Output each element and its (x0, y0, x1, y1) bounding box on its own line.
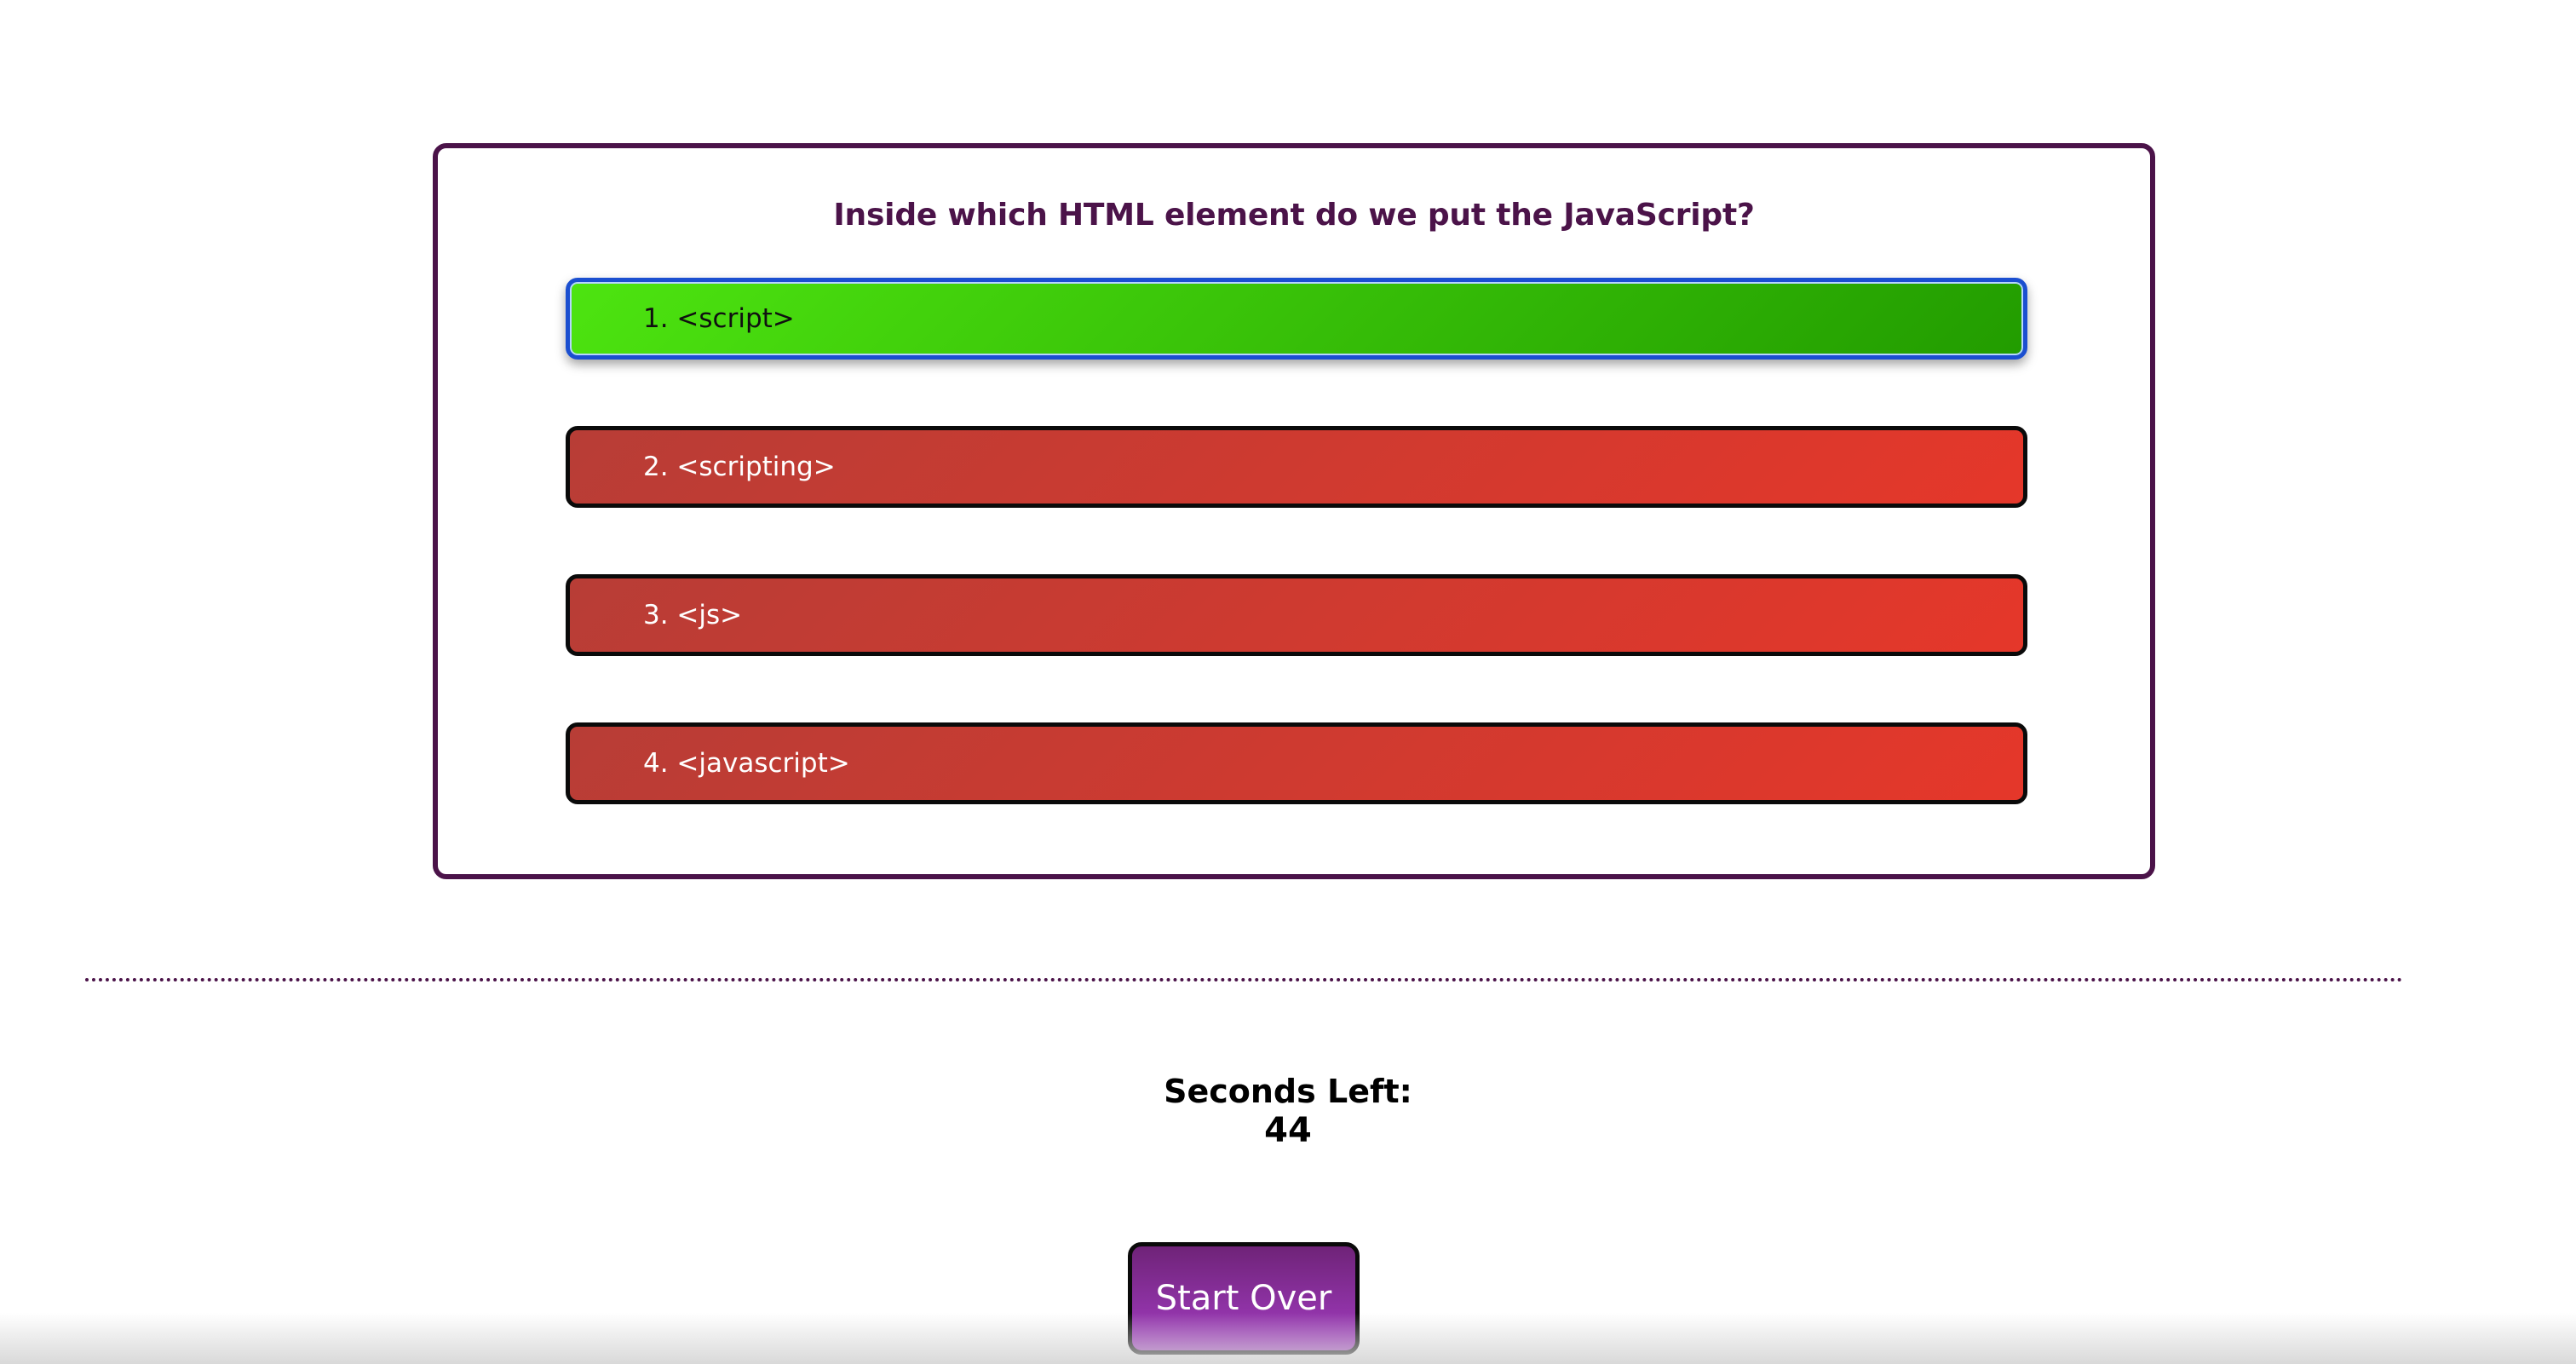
answer-choice-3[interactable]: 3. <js> (566, 574, 2027, 656)
quiz-page: Inside which HTML element do we put the … (0, 0, 2576, 1364)
answer-choice-label: 4. <javascript> (643, 748, 850, 779)
answer-choice-label: 3. <js> (643, 600, 743, 630)
question-text: Inside which HTML element do we put the … (833, 198, 1755, 233)
answer-choices: 1. <script> 2. <scripting> 3. <js> 4. <j… (566, 278, 2027, 871)
countdown-timer: Seconds Left: 44 (1032, 1072, 1544, 1150)
answer-choice-label: 2. <scripting> (643, 452, 836, 482)
start-over-button[interactable]: Start Over (1128, 1242, 1360, 1355)
section-divider (85, 978, 2404, 981)
timer-value: 44 (1264, 1111, 1312, 1150)
answer-choice-2[interactable]: 2. <scripting> (566, 426, 2027, 508)
answer-choice-label: 1. <script> (643, 303, 795, 334)
answer-choice-4[interactable]: 4. <javascript> (566, 722, 2027, 804)
quiz-card: Inside which HTML element do we put the … (433, 143, 2155, 879)
timer-label: Seconds Left: (1164, 1073, 1412, 1110)
answer-choice-1[interactable]: 1. <script> (566, 278, 2027, 360)
